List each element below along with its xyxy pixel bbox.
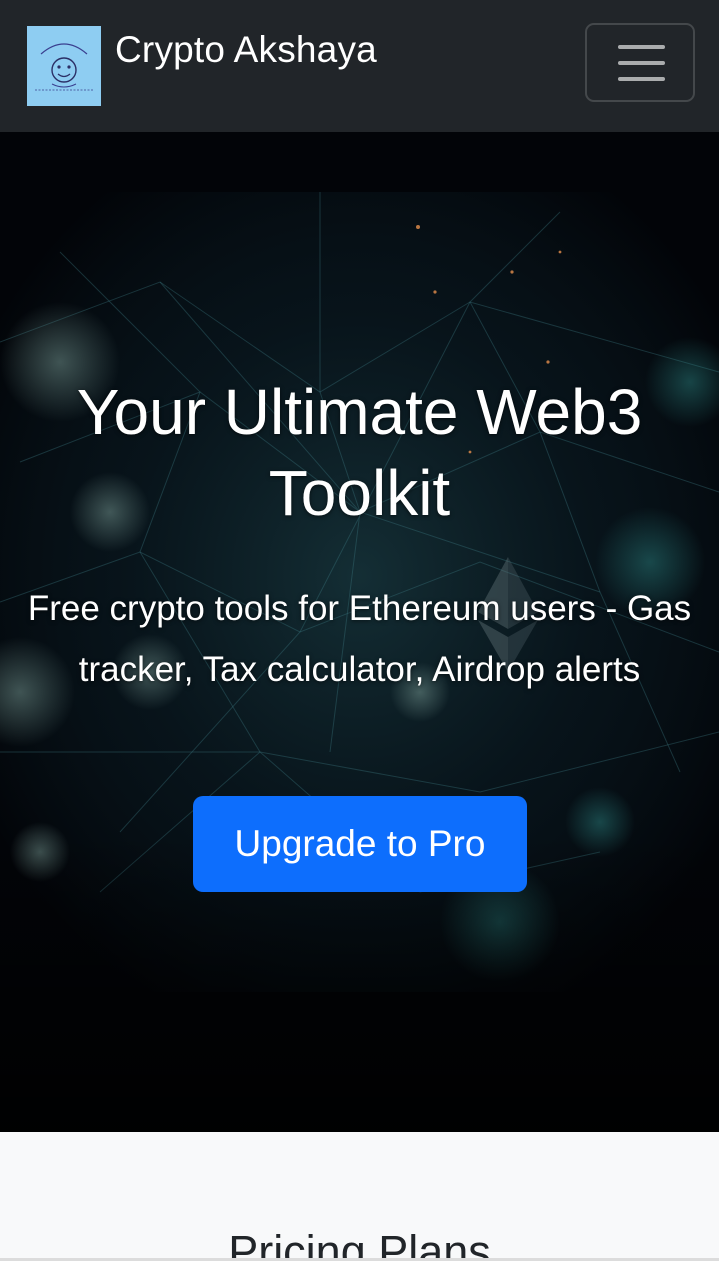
brand-logo [27,26,101,106]
brand-name[interactable]: Crypto Akshaya [115,28,377,72]
hero-title: Your Ultimate Web3 Toolkit [76,376,643,529]
brand-link[interactable]: Crypto Akshaya [27,26,377,106]
cartoon-face-logo-icon [35,43,93,91]
hero-section: Your Ultimate Web3 Toolkit Free crypto t… [0,132,719,1132]
hero-subtitle: Free crypto tools for Ethereum users - G… [27,589,692,689]
upgrade-to-pro-button[interactable]: Upgrade to Pro [193,796,527,892]
navbar-toggle-button[interactable] [585,23,695,102]
pricing-section: Pricing Plans [0,1132,719,1261]
pricing-title: Pricing Plans [228,1226,491,1261]
navbar: Crypto Akshaya [0,0,719,132]
